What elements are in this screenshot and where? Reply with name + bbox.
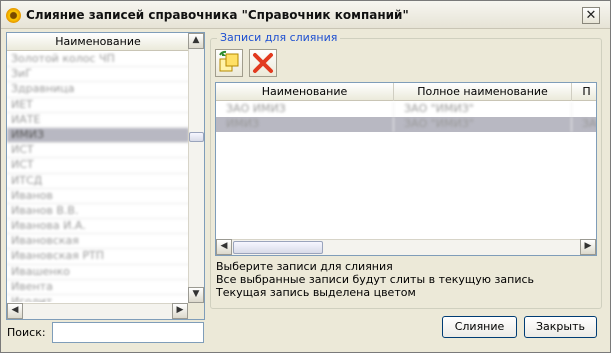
merge-records-group: Записи для слияния Наименование Полное н… <box>210 31 602 309</box>
window-title: Слияние записей справочника "Справочник … <box>26 8 409 22</box>
delete-record-icon <box>253 53 273 73</box>
grid-column-header-name[interactable]: Наименование <box>216 83 394 101</box>
merge-dialog-window: Слияние записей справочника "Справочник … <box>0 0 611 353</box>
close-button[interactable]: Закрыть <box>524 316 597 338</box>
list-item[interactable]: Иванов <box>7 189 189 204</box>
scroll-corner <box>188 303 204 319</box>
list-vertical-scrollbar[interactable]: ▲ ▼ <box>188 33 204 303</box>
info-line-current-highlighted: Текущая запись выделена цветом <box>216 286 416 299</box>
list-item[interactable]: ИСТ <box>7 158 189 174</box>
grid-row[interactable]: ЗАО ИМИЗ ЗАО "ИМИЗ" <box>216 102 596 117</box>
grid-cell-full-name: ЗАО "ИМИЗ" <box>394 102 572 117</box>
list-vertical-scroll-thumb[interactable] <box>189 132 204 142</box>
close-window-button[interactable]: ✕ <box>582 7 600 24</box>
grid-cell-extra: ЗАО <box>572 117 596 132</box>
scroll-down-button[interactable]: ▼ <box>188 287 204 303</box>
list-item[interactable]: Здравница <box>7 82 189 98</box>
grid-row-current[interactable]: ИМИЗ ЗАО "ИМИЗ" ЗАО <box>216 117 596 132</box>
grid-scroll-left-button[interactable]: ◀ <box>216 239 232 255</box>
grid-scroll-right-button[interactable]: ▶ <box>580 239 596 255</box>
merge-group-label: Записи для слияния <box>217 31 341 44</box>
scroll-up-button[interactable]: ▲ <box>188 33 204 49</box>
grid-horizontal-scroll-thumb[interactable] <box>233 241 323 254</box>
search-input[interactable] <box>52 322 204 343</box>
list-column-header-name[interactable]: Наименование <box>7 33 189 51</box>
merge-records-grid: Наименование Полное наименование П ЗАО И… <box>215 82 597 256</box>
scroll-right-button[interactable]: ▶ <box>172 303 188 319</box>
info-line-select: Выберите записи для слияния <box>216 260 393 273</box>
app-sunflower-icon <box>6 8 21 23</box>
info-line-merge-into-current: Все выбранные записи будут слиты в текущ… <box>216 273 535 286</box>
list-item[interactable]: Иванов В.В. <box>7 204 189 220</box>
merge-button[interactable]: Слияние <box>442 316 517 338</box>
title-bar: Слияние записей справочника "Справочник … <box>1 1 610 29</box>
merge-records-button[interactable] <box>215 49 243 77</box>
reference-list-panel: Наименование Золотой колос ЧП ЗиГ Здравниц… <box>6 32 205 320</box>
list-item[interactable]: Ивановская <box>7 234 189 250</box>
grid-column-header-truncated[interactable]: П <box>572 83 596 101</box>
grid-column-header-full-name[interactable]: Полное наименование <box>394 83 572 101</box>
grid-cell-extra <box>572 102 596 117</box>
list-item[interactable]: Ивента <box>7 280 189 295</box>
list-item[interactable]: ИМИЗ <box>7 127 189 144</box>
list-horizontal-scrollbar[interactable]: ◀ ▶ <box>7 303 204 319</box>
reference-list: Золотой колос ЧП ЗиГ Здравница ИЕТ ИАТЕ ИМИЗ И… <box>7 52 189 302</box>
list-item[interactable]: ИТСД <box>7 174 189 189</box>
merge-records-icon <box>219 50 239 72</box>
list-item[interactable]: ИСТ <box>7 143 189 159</box>
grid-cell-full-name: ЗАО "ИМИЗ" <box>394 117 572 132</box>
list-item[interactable]: ЗиГ <box>7 67 189 83</box>
list-item[interactable]: ИЕТ <box>7 98 189 113</box>
grid-cell-name: ИМИЗ <box>216 117 394 132</box>
list-item[interactable]: Иванова И.А. <box>7 219 189 235</box>
scroll-left-button[interactable]: ◀ <box>7 303 23 319</box>
list-item[interactable]: Золотой колос ЧП <box>7 52 189 68</box>
list-item[interactable]: Ивашенко <box>7 265 189 280</box>
list-item[interactable]: ИАТЕ <box>7 113 189 128</box>
grid-horizontal-scrollbar[interactable]: ◀ ▶ <box>216 239 596 255</box>
delete-record-button[interactable] <box>249 49 277 77</box>
grid-header: Наименование Полное наименование П <box>216 83 596 101</box>
list-item[interactable]: Ивановская РТП <box>7 249 189 265</box>
grid-cell-name: ЗАО ИМИЗ <box>216 102 394 117</box>
list-item[interactable]: Иголит <box>7 295 189 302</box>
search-label: Поиск: <box>7 326 46 339</box>
